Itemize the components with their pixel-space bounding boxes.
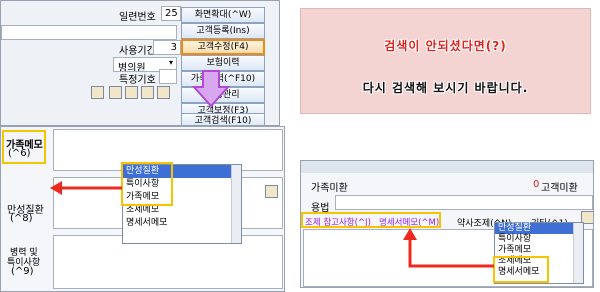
- folder-icon[interactable]: [109, 86, 122, 99]
- family-memo-icon[interactable]: [265, 185, 278, 198]
- tab-dispense-note[interactable]: 조제 참고사항(^J): [305, 216, 371, 228]
- serial-label: 일련번호: [119, 12, 156, 23]
- chronic-key: (^8): [10, 213, 33, 224]
- right-dropdown-scrollbar[interactable]: [573, 223, 583, 283]
- history-key: (^9): [11, 266, 34, 277]
- dropdown-scrollbar[interactable]: [231, 165, 241, 243]
- top-strip: [301, 161, 593, 173]
- period-label: 사용기간: [119, 46, 156, 57]
- customer-referral-label: 고객미환: [541, 183, 578, 194]
- usage-label: 용법: [311, 203, 330, 214]
- left-arrow-icon: [50, 181, 122, 195]
- right-dropdown-item-special[interactable]: 특이사항: [495, 234, 583, 245]
- register-customer-button[interactable]: 고객등록(Ins): [181, 23, 265, 39]
- name-field[interactable]: [1, 25, 177, 40]
- serial-field[interactable]: 25: [161, 6, 181, 21]
- customer-search-button[interactable]: 고객검색(F10): [181, 113, 265, 125]
- usage-field[interactable]: [335, 195, 593, 210]
- customer-form-window: 일련번호 25 사용기간 3 병의원 ▾ 특정기호 화면확대(^W) 고객등록(…: [0, 0, 280, 126]
- dropdown-item-special[interactable]: 특이사항: [123, 178, 241, 191]
- hospital-dropdown-icon[interactable]: ▾: [169, 58, 173, 67]
- family-referral-label: 가족미환: [311, 183, 348, 194]
- referral-count: 0: [533, 179, 540, 190]
- edit-customer-button[interactable]: 고객수정(F4): [181, 39, 265, 55]
- right-memo-dropdown[interactable]: 만성질환 특이사항 가족메모 조제메모 명세서메모: [494, 222, 584, 284]
- right-dropdown-item-statement[interactable]: 명세서메모: [495, 267, 583, 278]
- dropdown-item-chronic[interactable]: 만성질환: [123, 165, 241, 178]
- right-dropdown-item-family[interactable]: 가족메모: [495, 245, 583, 256]
- special-code-label: 특정기호: [119, 75, 156, 86]
- down-arrow-icon: [191, 70, 231, 108]
- zoom-button[interactable]: 화면확대(^W): [181, 7, 265, 23]
- right-dropdown-item-chronic[interactable]: 만성질환: [495, 223, 583, 234]
- dropdown-item-family[interactable]: 가족메모: [123, 191, 241, 204]
- family-memo-key: (^6): [8, 148, 31, 159]
- save-icon[interactable]: [125, 86, 138, 99]
- dropdown-item-statement[interactable]: 명세서메모: [123, 217, 241, 230]
- up-arrow-icon: [403, 228, 494, 268]
- notice-box: 검색이 안되셨다면(?) 다시 검색해 보시기 바랍니다.: [300, 8, 591, 114]
- notice-line-2: 다시 검색해 보시기 바랍니다.: [362, 81, 529, 95]
- right-dropdown-item-dispense[interactable]: 조제메모: [495, 256, 583, 267]
- notice-line-1: 검색이 안되셨다면(?): [384, 39, 507, 53]
- doc-icon[interactable]: [157, 86, 170, 99]
- print-icon[interactable]: [91, 86, 104, 99]
- copy-icon[interactable]: [141, 86, 154, 99]
- period-field[interactable]: 3: [153, 40, 181, 55]
- dropdown-item-dispense[interactable]: 조제메모: [123, 204, 241, 217]
- special-code-field[interactable]: [159, 69, 177, 84]
- memo-type-dropdown[interactable]: 만성질환 특이사항 가족메모 조제메모 명세서메모: [122, 164, 242, 244]
